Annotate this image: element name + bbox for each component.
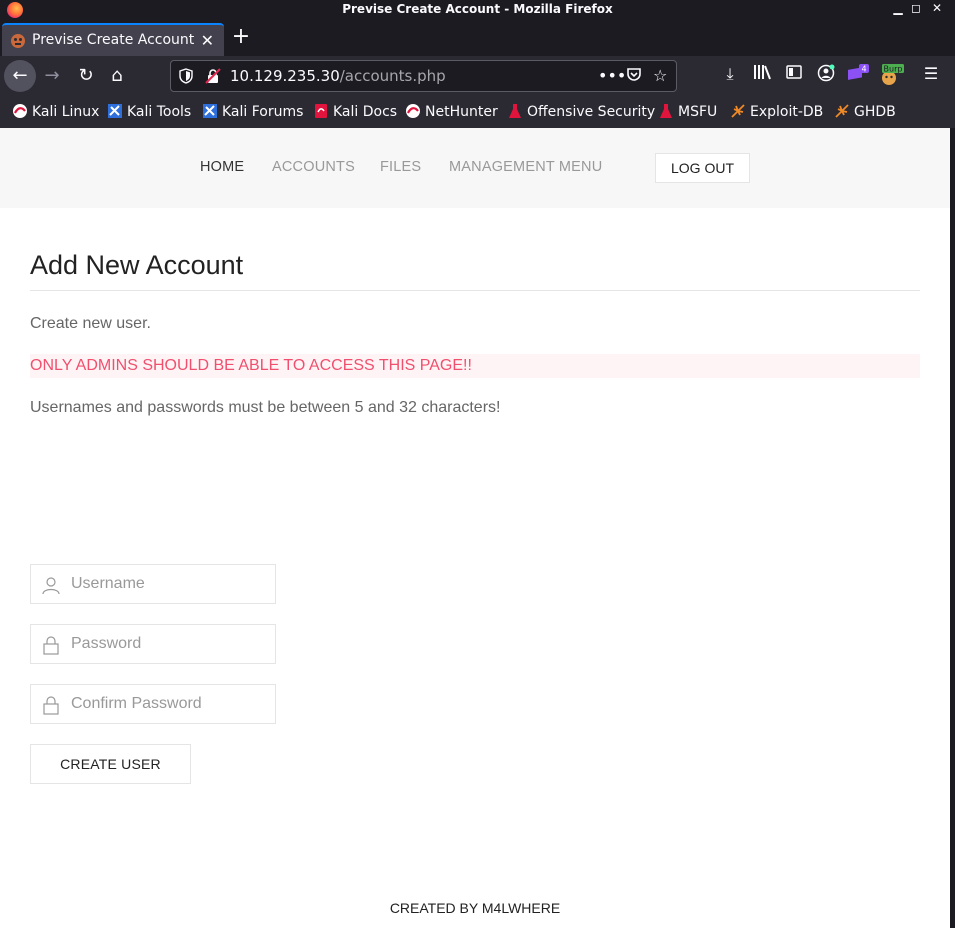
navigation-toolbar: ← → ↻ ⌂ 10.129.235.30/accounts.php ••• ☆…	[0, 56, 955, 96]
site-navbar: HOME ACCOUNTS FILES MANAGEMENT MENU LOG …	[0, 128, 950, 208]
tab-previse[interactable]: Previse Create Account ✕	[2, 23, 224, 56]
create-user-button[interactable]: CREATE USER	[30, 744, 191, 784]
bookmark-kali-docs[interactable]: Kali Docs	[313, 103, 397, 120]
lock-icon	[43, 696, 59, 715]
nav-files-link[interactable]: FILES	[380, 159, 421, 175]
admin-warning-alert: ONLY ADMINS SHOULD BE ABLE TO ACCESS THI…	[30, 354, 920, 378]
nav-accounts-link[interactable]: ACCOUNTS	[272, 159, 355, 175]
scrollbar[interactable]	[950, 128, 955, 928]
back-arrow-icon[interactable]: ←	[4, 60, 36, 92]
home-icon[interactable]: ⌂	[101, 60, 133, 92]
page-description: Create new user.	[30, 315, 151, 332]
bookmark-label: Kali Linux	[32, 104, 100, 120]
footer-credit: CREATED BY M4LWHERE	[389, 900, 561, 916]
nav-home-link[interactable]: HOME	[200, 159, 244, 175]
bookmark-exploit-db[interactable]: Exploit-DB	[730, 103, 823, 120]
maximize-icon[interactable]: ◻	[909, 1, 923, 15]
bookmark-label: GHDB	[854, 104, 896, 120]
tab-strip: Previse Create Account ✕ +	[0, 20, 955, 56]
url-host: 10.129.235.30	[230, 67, 340, 85]
url-path: /accounts.php	[339, 67, 446, 85]
username-input[interactable]	[71, 565, 271, 603]
bookmark-msfu[interactable]: MSFU	[658, 103, 717, 120]
burp-proxy-icon[interactable]: Burp	[878, 64, 904, 90]
reload-icon[interactable]: ↻	[70, 60, 102, 92]
bookmark-kali-forums[interactable]: Kali Forums	[202, 103, 303, 120]
nethunter-icon	[406, 104, 420, 118]
kali-tools-icon	[108, 104, 122, 118]
library-icon[interactable]	[750, 64, 774, 84]
bookmark-label: MSFU	[678, 104, 718, 120]
bookmark-nethunter[interactable]: NetHunter	[405, 103, 498, 120]
msfu-icon	[660, 104, 672, 118]
offsec-icon	[509, 104, 521, 118]
insecure-lock-icon[interactable]	[205, 68, 221, 84]
window-title: Previse Create Account - Mozilla Firefox	[342, 2, 613, 16]
menu-hamburger-icon[interactable]: ☰	[919, 64, 943, 83]
tab-close-icon[interactable]: ✕	[201, 31, 214, 50]
downloads-icon[interactable]: ⤓	[718, 64, 742, 84]
bookmark-kali-tools[interactable]: Kali Tools	[107, 103, 191, 120]
password-field[interactable]	[30, 624, 276, 664]
bookmark-label: Offensive Security	[527, 104, 656, 120]
bookmark-kali-linux[interactable]: Kali Linux	[12, 103, 99, 120]
url-text[interactable]: 10.129.235.30/accounts.php	[230, 67, 446, 85]
bookmark-label: Kali Docs	[333, 104, 398, 120]
bookmarks-toolbar: Kali Linux Kali Tools Kali Forums Kali D…	[0, 96, 955, 128]
bookmark-star-icon[interactable]: ☆	[653, 66, 667, 85]
account-icon[interactable]	[814, 64, 838, 86]
minimize-icon[interactable]: ▁	[891, 1, 905, 15]
username-field[interactable]	[30, 564, 276, 604]
new-tab-plus-icon[interactable]: +	[230, 26, 252, 48]
confirm-password-field[interactable]	[30, 684, 276, 724]
tab-title: Previse Create Account	[32, 32, 195, 48]
bookmark-label: Kali Forums	[222, 104, 304, 120]
page-actions-icon[interactable]: •••	[598, 66, 626, 85]
window-titlebar: Previse Create Account - Mozilla Firefox…	[0, 0, 955, 20]
bookmark-label: NetHunter	[425, 104, 498, 120]
kali-docs-icon	[315, 104, 327, 118]
close-window-icon[interactable]: ✕	[930, 1, 944, 15]
bookmark-label: Exploit-DB	[750, 104, 824, 120]
credential-length-rule: Usernames and passwords must be between …	[30, 399, 501, 416]
sidebar-icon[interactable]	[782, 64, 806, 84]
exploitdb-icon	[731, 104, 745, 118]
pocket-icon[interactable]	[626, 66, 642, 86]
svg-text:Burp: Burp	[884, 65, 903, 74]
main-content: Add New Account Create new user. ONLY AD…	[30, 248, 920, 784]
tracking-shield-icon[interactable]	[179, 68, 193, 84]
bookmark-label: Kali Tools	[127, 104, 192, 120]
bookmark-ghdb[interactable]: GHDB	[834, 103, 896, 120]
url-bar[interactable]: 10.129.235.30/accounts.php ••• ☆	[170, 60, 677, 92]
kali-forums-icon	[203, 104, 217, 118]
confirm-password-input[interactable]	[71, 685, 271, 723]
bookmark-offensive-security[interactable]: Offensive Security	[507, 103, 655, 120]
lock-icon	[43, 636, 59, 655]
page-title: Add New Account	[30, 248, 920, 291]
site-favicon-icon	[11, 34, 25, 48]
extension-badge-icon[interactable]: 4	[846, 64, 870, 88]
kali-icon	[13, 104, 27, 118]
svg-text:4: 4	[861, 65, 866, 74]
logout-button[interactable]: LOG OUT	[655, 153, 750, 183]
nav-management-menu-link[interactable]: MANAGEMENT MENU	[449, 159, 602, 175]
forward-arrow-icon[interactable]: →	[36, 60, 68, 92]
web-page: HOME ACCOUNTS FILES MANAGEMENT MENU LOG …	[0, 128, 950, 928]
ghdb-icon	[835, 104, 849, 118]
password-input[interactable]	[71, 625, 271, 663]
user-icon	[42, 577, 60, 595]
